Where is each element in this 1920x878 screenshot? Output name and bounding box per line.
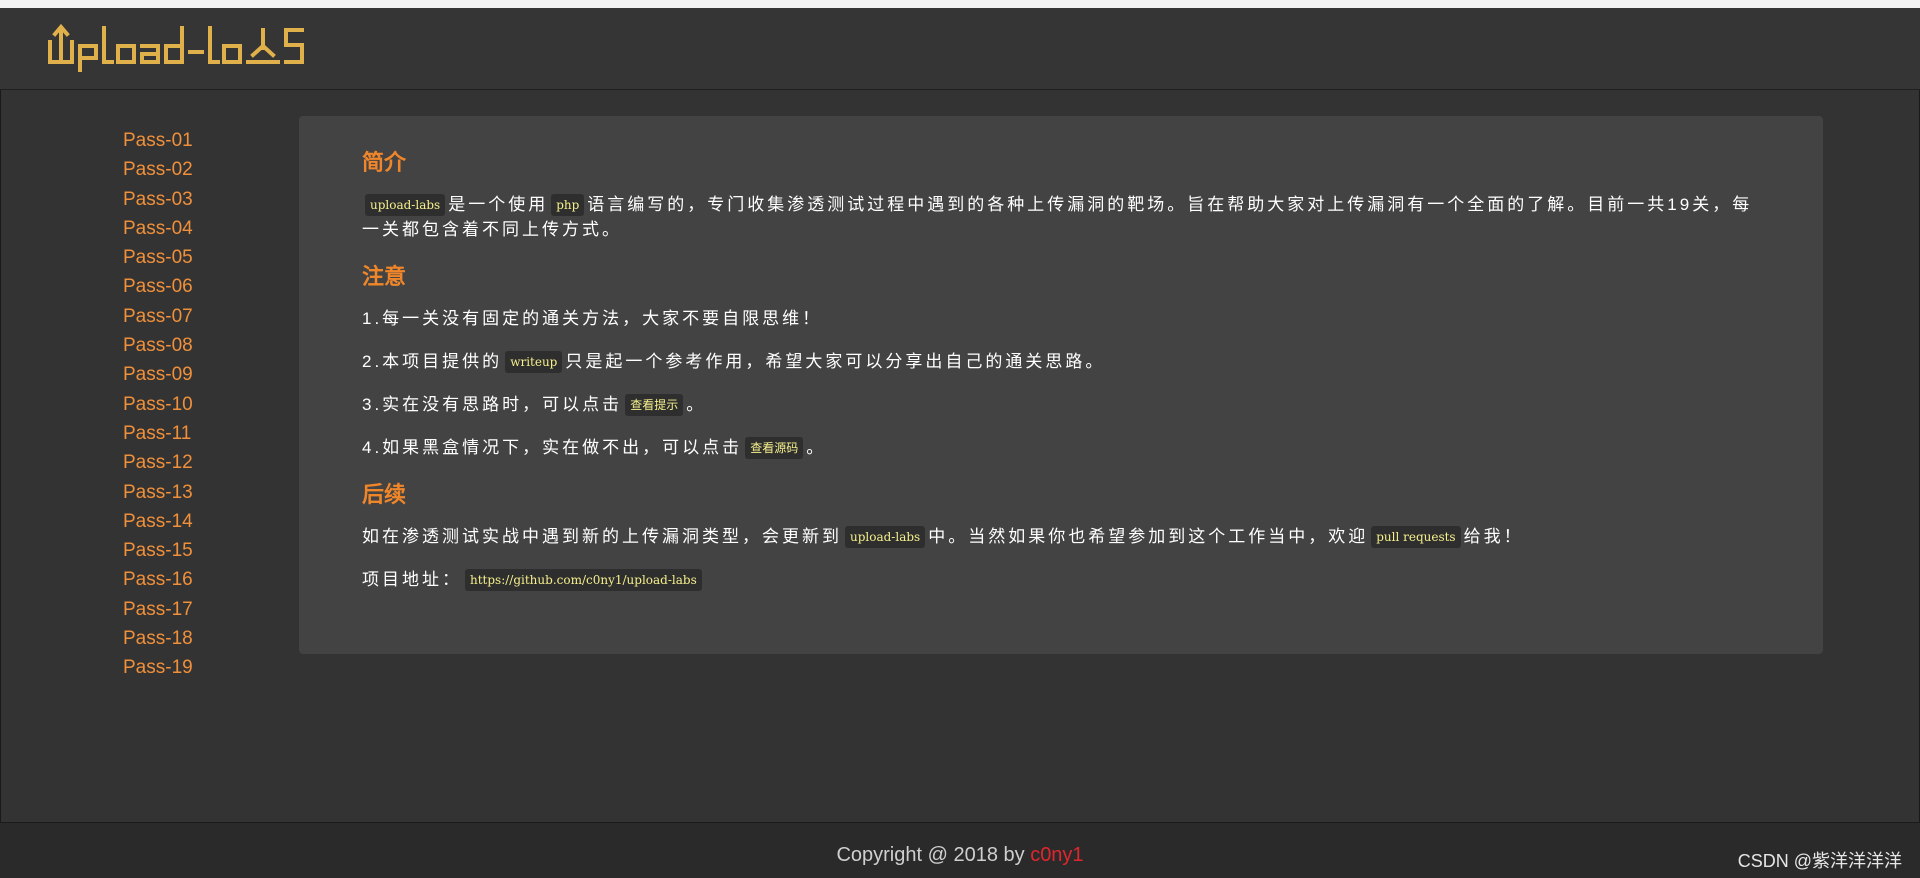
sidebar-item-pass-14[interactable]: Pass-14 [123,507,243,536]
notice-4-text-1: 4.如果黑盒情况下，实在做不出，可以点击 [362,438,743,457]
sidebar-item-pass-03[interactable]: Pass-03 [123,185,243,214]
code-php: php [551,194,585,216]
sidebar-item-pass-05[interactable]: Pass-05 [123,243,243,272]
sidebar-item-pass-12[interactable]: Pass-12 [123,448,243,477]
csdn-watermark: CSDN @紫洋洋洋洋 [1737,851,1902,871]
footer: Copyright @ 2018 by c0ny1 CSDN @紫洋洋洋洋 [0,823,1920,878]
sidebar: Pass-01 Pass-02 Pass-03 Pass-04 Pass-05 … [123,126,243,683]
view-hint-button[interactable]: 查看提示 [625,394,684,416]
header [0,8,1920,90]
followup-text-3: 给我！ [1463,527,1524,546]
top-strip [0,0,1920,8]
address-paragraph: 项目地址： https://github.com/c0ny1/upload-lab… [362,567,1762,592]
notice-3-text-2: 。 [686,395,707,414]
sidebar-item-pass-16[interactable]: Pass-16 [123,565,243,594]
sidebar-item-pass-04[interactable]: Pass-04 [123,214,243,243]
notice-3-text-1: 3.实在没有思路时，可以点击 [362,395,623,414]
followup-paragraph: 如在渗透测试实战中遇到新的上传漏洞类型，会更新到 upload-labs 中。当然如… [362,524,1762,549]
sidebar-item-pass-07[interactable]: Pass-07 [123,302,243,331]
main-area: Pass-01 Pass-02 Pass-03 Pass-04 Pass-05 … [0,90,1920,823]
notice-3: 3.实在没有思路时，可以点击 查看提示。 [362,392,1762,417]
sidebar-item-pass-01[interactable]: Pass-01 [123,126,243,155]
sidebar-item-pass-09[interactable]: Pass-09 [123,360,243,389]
github-link[interactable]: https://github.com/c0ny1/upload-labs [465,569,702,591]
intro-heading: 简介 [362,150,407,175]
upload-labs-logo[interactable] [46,22,336,72]
sidebar-item-pass-10[interactable]: Pass-10 [123,390,243,419]
sidebar-item-pass-06[interactable]: Pass-06 [123,272,243,301]
code-pull-requests: pull requests [1371,526,1461,548]
copyright: Copyright @ 2018 by c0ny1 [0,844,1920,867]
sidebar-item-pass-18[interactable]: Pass-18 [123,624,243,653]
notice-2-text-2: 只是起一个参考作用，希望大家可以分享出自己的通关思路。 [565,352,1106,371]
address-label: 项目地址： [362,570,462,589]
code-writeup: writeup [505,351,563,373]
sidebar-item-pass-11[interactable]: Pass-11 [123,419,243,448]
intro-paragraph: upload-labs 是一个使用 php 语言编写的，专门收集渗透测试过程中遇到的各… [362,192,1762,242]
notice-4-text-2: 。 [806,438,827,457]
content-panel: 简介 upload-labs 是一个使用 php 语言编写的，专门收集渗透测试过程中遇… [299,116,1823,654]
code-upload-labs: upload-labs [365,194,446,216]
view-source-button[interactable]: 查看源码 [745,437,804,459]
notice-1: 1.每一关没有固定的通关方法，大家不要自限思维！ [362,309,823,328]
notice-4: 4.如果黑盒情况下，实在做不出，可以点击 查看源码。 [362,435,1762,460]
notice-2: 2.本项目提供的 writeup 只是起一个参考作用，希望大家可以分享出自己的通关思… [362,349,1762,374]
sidebar-item-pass-19[interactable]: Pass-19 [123,653,243,682]
sidebar-item-pass-02[interactable]: Pass-02 [123,155,243,184]
followup-text-2: 中。当然如果你也希望参加到这个工作当中，欢迎 [928,527,1369,546]
author-link[interactable]: c0ny1 [1030,844,1083,866]
sidebar-item-pass-13[interactable]: Pass-13 [123,478,243,507]
followup-heading: 后续 [362,482,407,507]
sidebar-item-pass-15[interactable]: Pass-15 [123,536,243,565]
notice-heading: 注意 [362,264,407,289]
sidebar-item-pass-08[interactable]: Pass-08 [123,331,243,360]
copyright-prefix: Copyright @ 2018 by [836,844,1031,866]
followup-text-1: 如在渗透测试实战中遇到新的上传漏洞类型，会更新到 [362,527,842,546]
intro-text-1: 是一个使用 [448,195,549,214]
code-upload-labs-2: upload-labs [845,526,926,548]
sidebar-item-pass-17[interactable]: Pass-17 [123,595,243,624]
notice-2-text-1: 2.本项目提供的 [362,352,503,371]
content-body: 简介 upload-labs 是一个使用 php 语言编写的，专门收集渗透测试过程中遇… [362,130,1762,610]
